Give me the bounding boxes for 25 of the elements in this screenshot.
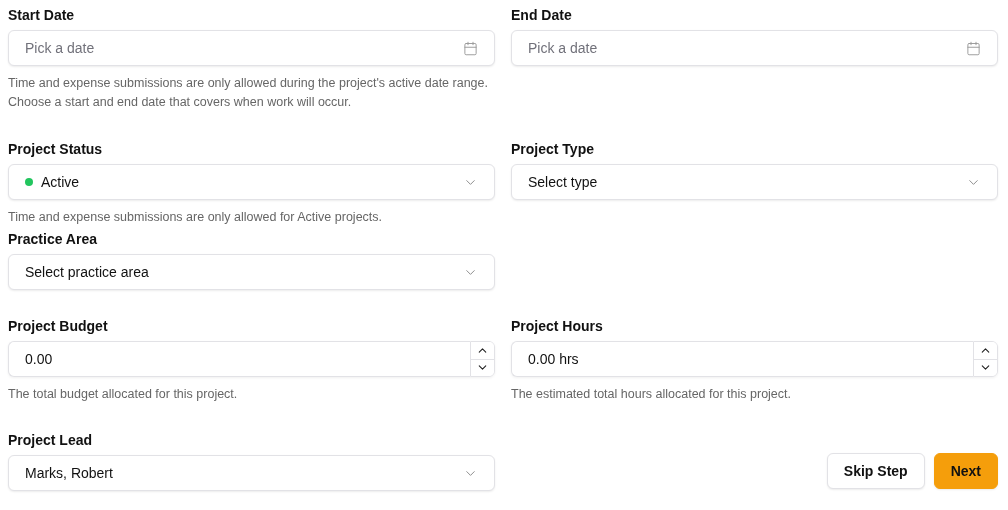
date-field[interactable]: Pick a date [8,30,495,66]
number-field[interactable]: 0.00 [8,341,470,377]
select-field[interactable]: Active [8,164,495,200]
field-label: End Date [511,6,573,24]
hint-text: The estimated total hours allocated for this project. [511,386,792,403]
field-label: Start Date [8,6,76,24]
field-label: Practice Area [8,230,98,248]
hint-text: Time and expense submissions are only allowed during the project's active date range. [8,75,489,92]
date-field[interactable]: Pick a date [511,30,998,66]
hint-text: Choose a start and end date that covers when work will occur. [8,94,353,111]
skip-button[interactable]: Skip Step [826,453,925,489]
select-field[interactable]: Marks, Robert [8,455,495,491]
calendar-icon [966,40,981,56]
field-label: Project Hours [511,317,604,335]
select-field[interactable]: Select practice area [8,254,495,290]
calendar-icon [463,40,478,56]
number-field[interactable]: 0.00 hrs [511,341,973,377]
field-label: Project Type [511,140,595,158]
next-button[interactable]: Next [933,453,998,489]
field-label: Project Status [8,140,104,158]
hint-text: Time and expense submissions are only allowed for Active projects. [8,209,384,226]
field-label: Project Budget [8,317,109,335]
hint-text: The total budget allocated for this project. [8,386,239,403]
field-label: Project Lead [8,431,94,449]
select-field[interactable]: Select type [511,164,998,200]
